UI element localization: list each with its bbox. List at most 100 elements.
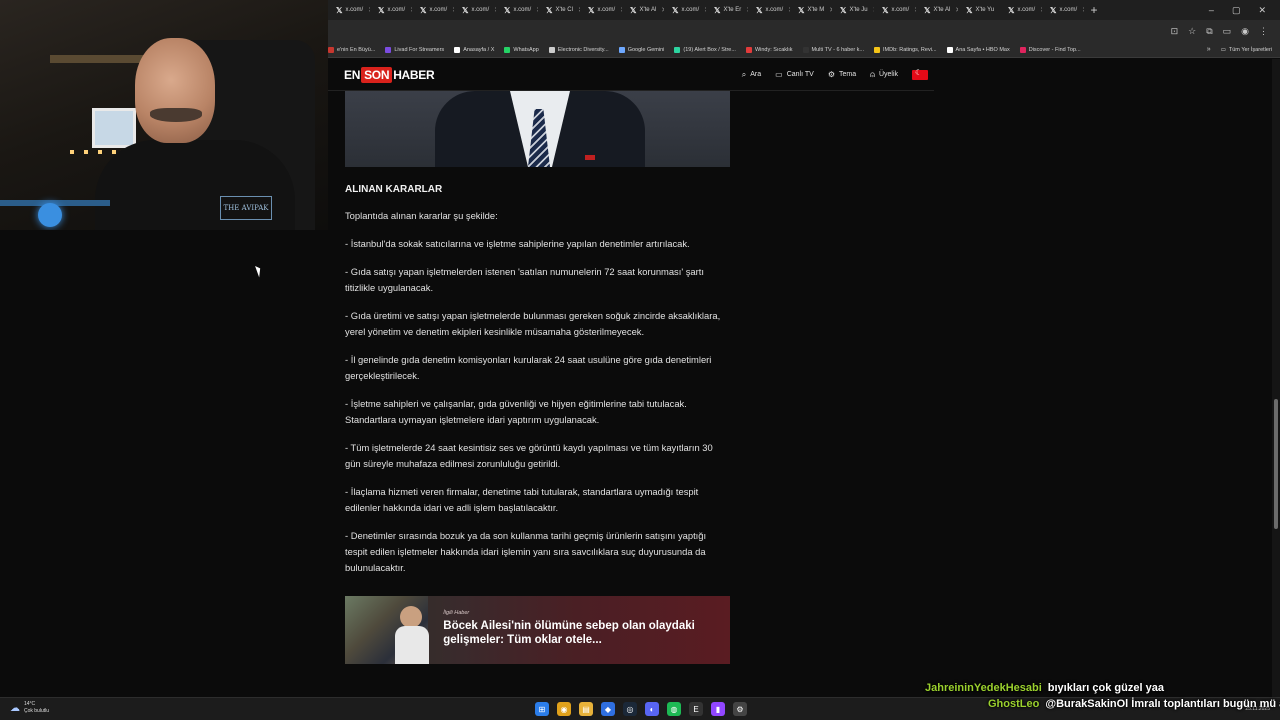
- related-news-title[interactable]: Böcek Ailesi'nin ölümüne sebep olan olay…: [443, 619, 730, 647]
- nav--yelik[interactable]: ⍝ Üyelik: [870, 70, 898, 80]
- article-image: [345, 91, 730, 167]
- related-news-label: İlgili Haber: [443, 610, 470, 616]
- nav-canl-tv[interactable]: ▭ Canlı TV: [775, 70, 814, 80]
- x-logo-icon: 𝕏: [882, 5, 889, 15]
- decision-item: - Gıda satışı yapan işletmelerden istene…: [345, 266, 704, 293]
- browser-toolbar: ⊡ ☆ ⧉ ▭ ◉ ⋮: [328, 20, 1280, 42]
- cloud-icon: ☁: [10, 702, 20, 714]
- more-bookmarks-icon[interactable]: »: [1207, 46, 1211, 53]
- bookmark-favicon-icon: [802, 46, 809, 53]
- twitch-icon[interactable]: ▮: [711, 702, 725, 716]
- stream-chat-overlay: JahreininYedekHesabi bıyıkları çok güzel…: [900, 680, 1280, 712]
- bookmark-item[interactable]: (19) Alert Box / Stre...: [674, 46, 736, 53]
- browser-tab[interactable]: 𝕏X'te Ju✕: [832, 1, 874, 19]
- browser-tab[interactable]: 𝕏x.com/✕: [496, 1, 538, 19]
- x-logo-icon: 𝕏: [1050, 5, 1057, 15]
- decision-item: - Gıda üretimi ve satışı yapan işletmele…: [345, 310, 721, 337]
- chat-username: GhostLeo: [988, 698, 1040, 710]
- intro-paragraph: Toplantıda alınan kararlar şu şekilde:: [345, 210, 498, 221]
- x-logo-icon: 𝕏: [798, 5, 805, 15]
- browser-tab[interactable]: 𝕏x.com/✕: [412, 1, 454, 19]
- weather-widget[interactable]: ☁ 14°C Çok bulutlu: [10, 701, 49, 715]
- epic-icon[interactable]: E: [689, 702, 703, 716]
- x-logo-icon: 𝕏: [1008, 5, 1015, 15]
- decision-item: - Denetimler sırasında bozuk ya da son k…: [345, 530, 707, 573]
- bookmark-favicon-icon: [946, 46, 953, 53]
- browser-tab[interactable]: 𝕏X'te Al✕: [916, 1, 958, 19]
- bookmark-star-icon[interactable]: ☆: [1188, 26, 1196, 37]
- menu-icon[interactable]: ⋮: [1259, 26, 1268, 37]
- related-news-card[interactable]: İlgili Haber Böcek Ailesi'nin ölümüne se…: [345, 596, 730, 664]
- browser-tab[interactable]: 𝕏X'te Al✕: [622, 1, 664, 19]
- browser-tab[interactable]: 𝕏X'te Er✕: [706, 1, 748, 19]
- window-controls: – ▢ ✕: [1209, 5, 1280, 16]
- x-logo-icon: 𝕏: [840, 5, 847, 15]
- gear-icon: ⚙: [827, 70, 835, 79]
- browser-tab[interactable]: 𝕏x.com/✕: [454, 1, 496, 19]
- browser-tab[interactable]: 𝕏x.com/✕: [580, 1, 622, 19]
- decision-item: - İl genelinde gıda denetim komisyonları…: [345, 354, 712, 381]
- app-icon[interactable]: ◆: [601, 702, 615, 716]
- bookmark-favicon-icon: [618, 46, 625, 53]
- browser-tab[interactable]: 𝕏x.com/✕: [748, 1, 790, 19]
- steam-icon[interactable]: ◎: [623, 702, 637, 716]
- scrollbar-thumb[interactable]: [1274, 399, 1278, 529]
- chrome-icon[interactable]: ◉: [557, 702, 571, 716]
- bookmark-item[interactable]: Discover - Find Top...: [1019, 46, 1081, 53]
- browser-tab[interactable]: 𝕏X'te M✕: [790, 1, 832, 19]
- file-explorer-icon[interactable]: ▤: [579, 702, 593, 716]
- browser-tab[interactable]: 𝕏x.com/✕: [370, 1, 412, 19]
- x-logo-icon: 𝕏: [336, 5, 343, 15]
- discord-icon[interactable]: ◐: [645, 702, 659, 716]
- new-tab-button[interactable]: +: [1084, 3, 1104, 17]
- browser-tab[interactable]: 𝕏x.com/✕: [1042, 1, 1084, 19]
- chat-message: JahreininYedekHesabi bıyıkları çok güzel…: [900, 680, 1278, 696]
- site-logo[interactable]: EN SON HABER: [344, 66, 435, 83]
- x-logo-icon: 𝕏: [756, 5, 763, 15]
- decision-item: - Tüm işletmelerde 24 saat kesintisiz se…: [345, 442, 713, 469]
- all-bookmarks-folder[interactable]: ▭ Tüm Yer İşaretleri: [1221, 47, 1280, 53]
- extensions-icon[interactable]: ⧉: [1206, 26, 1212, 37]
- webcam-overlay: THE AVIPAK: [0, 0, 328, 230]
- spotify-icon[interactable]: ◍: [667, 702, 681, 716]
- bookmark-item[interactable]: Anasayfa / X: [454, 46, 494, 53]
- decision-item: - İşletme sahipleri ve çalışanlar, gıda …: [345, 398, 687, 425]
- minimize-icon[interactable]: –: [1209, 5, 1214, 16]
- bookmark-favicon-icon: [328, 46, 334, 53]
- bookmark-item[interactable]: IMDb: Ratings, Revi...: [874, 46, 937, 53]
- bookmark-item[interactable]: WhatsApp: [504, 46, 539, 53]
- settings-icon[interactable]: ⚙: [733, 702, 747, 716]
- chat-text: bıyıkları çok güzel yaa: [1047, 682, 1164, 694]
- nav-tema[interactable]: ⚙ Tema: [828, 70, 856, 80]
- x-logo-icon: 𝕏: [420, 5, 427, 15]
- bookmark-item[interactable]: e'nin En Büyü...: [328, 46, 375, 53]
- install-app-icon[interactable]: ⊡: [1171, 26, 1179, 37]
- close-window-icon[interactable]: ✕: [1258, 5, 1266, 16]
- streamer-mustache: [150, 108, 202, 122]
- x-logo-icon: 𝕏: [546, 5, 553, 15]
- mouse-cursor: [255, 264, 263, 278]
- browser-tab[interactable]: 𝕏x.com/✕: [664, 1, 706, 19]
- windows-start-icon[interactable]: ⊞: [535, 702, 549, 716]
- bookmark-item[interactable]: Ana Sayfa • HBO Max: [946, 46, 1010, 53]
- browser-tab[interactable]: 𝕏x.com/✕: [874, 1, 916, 19]
- page-scrollbar[interactable]: [1272, 59, 1280, 697]
- browser-tab[interactable]: 𝕏x.com/✕: [1000, 1, 1042, 19]
- taskbar-apps: ⊞ ◉ ▤ ◆ ◎ ◐ ◍ E ▮ ⚙: [535, 702, 747, 716]
- nav-ara[interactable]: ⌕ Ara: [742, 70, 761, 80]
- x-logo-icon: 𝕏: [714, 5, 721, 15]
- chat-text: @BurakSakinOl İmralı toplantıları bugün …: [1045, 698, 1280, 710]
- cast-icon[interactable]: ▭: [1223, 26, 1232, 37]
- browser-tab[interactable]: 𝕏X'te Cl✕: [538, 1, 580, 19]
- bookmark-item[interactable]: Electronic Diversity...: [548, 46, 609, 53]
- bookmarks-bar: e'nin En Büyü... Livad For Streamers Anasa…: [328, 42, 1280, 58]
- maximize-icon[interactable]: ▢: [1232, 5, 1241, 16]
- browser-tab[interactable]: 𝕏x.com/✕: [328, 1, 370, 19]
- bookmark-item[interactable]: Multi TV - 6 haber k...: [802, 46, 864, 53]
- bookmark-item[interactable]: Google Gemini: [618, 46, 664, 53]
- turkey-flag-icon[interactable]: [912, 68, 928, 80]
- profile-icon[interactable]: ◉: [1241, 26, 1249, 37]
- bookmark-item[interactable]: Livad For Streamers: [385, 46, 444, 53]
- browser-tab[interactable]: 𝕏X'te Yu✕: [958, 1, 1000, 19]
- bookmark-item[interactable]: Windy: Sıcaklık: [745, 46, 793, 53]
